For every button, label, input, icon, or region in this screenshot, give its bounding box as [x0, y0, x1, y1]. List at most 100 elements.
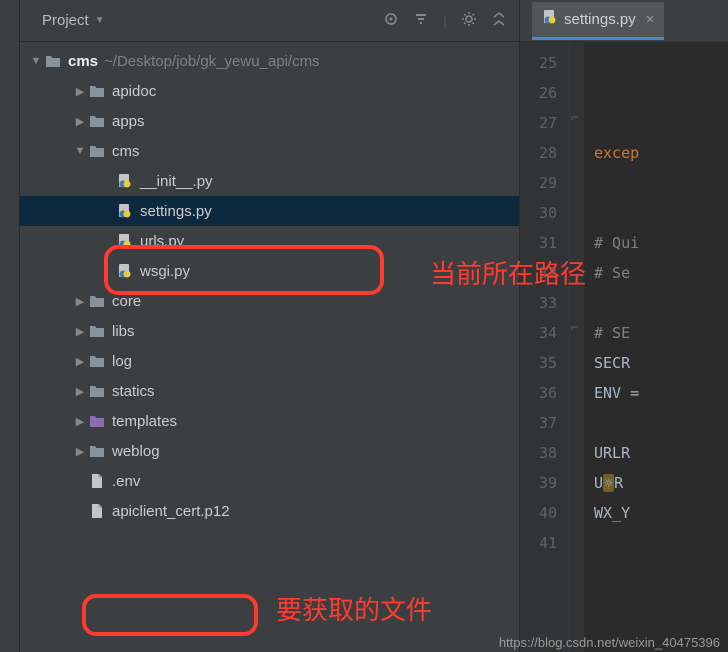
node-label: core — [112, 293, 141, 310]
code-line[interactable] — [594, 168, 728, 198]
close-icon[interactable]: × — [646, 11, 655, 28]
code-line[interactable] — [594, 78, 728, 108]
target-icon[interactable] — [383, 11, 399, 30]
node-label: cms — [68, 53, 98, 70]
line-number: 35 — [520, 348, 557, 378]
node-label: libs — [112, 323, 135, 340]
fold-end-icon[interactable]: ⌐ — [571, 320, 578, 334]
line-number: 32 — [520, 258, 557, 288]
chevron-icon[interactable]: ▶ — [72, 385, 88, 398]
folder-icon — [88, 83, 106, 99]
code-area[interactable]: excep # Qui# Se # SESECRENV = URLRU☼RWX_Y — [584, 42, 728, 652]
chevron-icon[interactable]: ▼ — [72, 145, 88, 157]
folder-icon — [88, 113, 106, 129]
filter-icon[interactable] — [413, 11, 429, 30]
folder-icon — [88, 413, 106, 429]
python-file-icon — [116, 263, 134, 279]
line-number: 39 — [520, 468, 557, 498]
code-line[interactable]: # SE — [594, 318, 728, 348]
fold-end-icon[interactable]: ⌐ — [571, 110, 578, 124]
tree-item[interactable]: ▶ weblog — [20, 436, 519, 466]
line-number: 38 — [520, 438, 557, 468]
folder-icon — [88, 443, 106, 459]
tree-item[interactable]: ▶ core — [20, 286, 519, 316]
file-icon — [88, 473, 106, 489]
line-number: 29 — [520, 168, 557, 198]
python-file-icon — [116, 203, 134, 219]
code-line[interactable]: URLR — [594, 438, 728, 468]
code-line[interactable] — [594, 528, 728, 558]
tree-item[interactable]: apiclient_cert.p12 — [20, 496, 519, 526]
node-label: weblog — [112, 443, 160, 460]
tree-item[interactable]: __init__.py — [20, 166, 519, 196]
editor-tab-settings[interactable]: settings.py × — [532, 2, 664, 40]
folder-icon — [88, 143, 106, 159]
folder-icon — [88, 383, 106, 399]
panel-title: Project — [42, 12, 89, 29]
chevron-icon[interactable]: ▶ — [72, 355, 88, 368]
node-label: __init__.py — [140, 173, 213, 190]
chevron-down-icon[interactable]: ▼ — [28, 55, 44, 67]
editor-body[interactable]: 2526272829303132333435363738394041 ⌐ ⌐ e… — [520, 42, 728, 652]
tree-item[interactable]: ▶ templates — [20, 406, 519, 436]
code-line[interactable]: # Qui — [594, 228, 728, 258]
folder-icon — [88, 353, 106, 369]
tree-root[interactable]: ▼ cms ~/Desktop/job/gk_yewu_api/cms — [20, 46, 519, 76]
gear-icon[interactable] — [461, 11, 477, 30]
chevron-icon[interactable]: ▶ — [72, 445, 88, 458]
code-line[interactable] — [594, 288, 728, 318]
code-line[interactable] — [594, 108, 728, 138]
chevron-icon[interactable]: ▶ — [72, 415, 88, 428]
tree-item[interactable]: settings.py — [20, 196, 519, 226]
chevron-icon[interactable]: ▶ — [72, 85, 88, 98]
line-gutter: 2526272829303132333435363738394041 — [520, 42, 570, 652]
line-number: 26 — [520, 78, 557, 108]
node-label: settings.py — [140, 203, 212, 220]
tree-item[interactable]: ▼cms — [20, 136, 519, 166]
line-number: 30 — [520, 198, 557, 228]
node-label: .env — [112, 473, 140, 490]
node-label: statics — [112, 383, 155, 400]
line-number: 36 — [520, 378, 557, 408]
code-line[interactable]: WX_Y — [594, 498, 728, 528]
code-line[interactable]: excep — [594, 138, 728, 168]
fold-gutter: ⌐ ⌐ — [570, 42, 584, 652]
tree-item[interactable]: ▶ log — [20, 346, 519, 376]
tree-item[interactable]: urls.py — [20, 226, 519, 256]
tree-item[interactable]: ▶ statics — [20, 376, 519, 406]
line-number: 25 — [520, 48, 557, 78]
collapse-icon[interactable] — [491, 11, 507, 30]
project-panel: Project ▼ | ▼cms~/Desktop/job/gk_yewu_ap… — [20, 0, 520, 652]
code-line[interactable] — [594, 48, 728, 78]
chevron-icon[interactable]: ▶ — [72, 325, 88, 338]
project-panel-header: Project ▼ | — [20, 0, 519, 42]
chevron-down-icon[interactable]: ▼ — [95, 15, 105, 26]
watermark: https://blog.csdn.net/weixin_40475396 — [499, 635, 720, 650]
python-file-icon — [116, 173, 134, 189]
chevron-icon[interactable]: ▶ — [72, 115, 88, 128]
code-line[interactable]: SECR — [594, 348, 728, 378]
node-label: templates — [112, 413, 177, 430]
tree-item[interactable]: .env — [20, 466, 519, 496]
code-line[interactable]: U☼R — [594, 468, 728, 498]
code-line[interactable] — [594, 408, 728, 438]
tree-item[interactable]: ▶ libs — [20, 316, 519, 346]
line-number: 40 — [520, 498, 557, 528]
tree-item[interactable]: ▶ apps — [20, 106, 519, 136]
python-file-icon — [116, 233, 134, 249]
project-tree[interactable]: ▼cms~/Desktop/job/gk_yewu_api/cms▶apidoc… — [20, 42, 519, 652]
node-path: ~/Desktop/job/gk_yewu_api/cms — [104, 53, 320, 70]
tree-item[interactable]: ▶apidoc — [20, 76, 519, 106]
code-line[interactable] — [594, 198, 728, 228]
tool-window-bar[interactable] — [0, 0, 20, 652]
node-label: apps — [112, 113, 145, 130]
node-label: apiclient_cert.p12 — [112, 503, 230, 520]
code-line[interactable]: ENV = — [594, 378, 728, 408]
folder-icon — [44, 53, 62, 69]
chevron-icon[interactable]: ▶ — [72, 295, 88, 308]
line-number: 28 — [520, 138, 557, 168]
line-number: 34 — [520, 318, 557, 348]
code-line[interactable]: # Se — [594, 258, 728, 288]
node-label: log — [112, 353, 132, 370]
tree-item[interactable]: wsgi.py — [20, 256, 519, 286]
